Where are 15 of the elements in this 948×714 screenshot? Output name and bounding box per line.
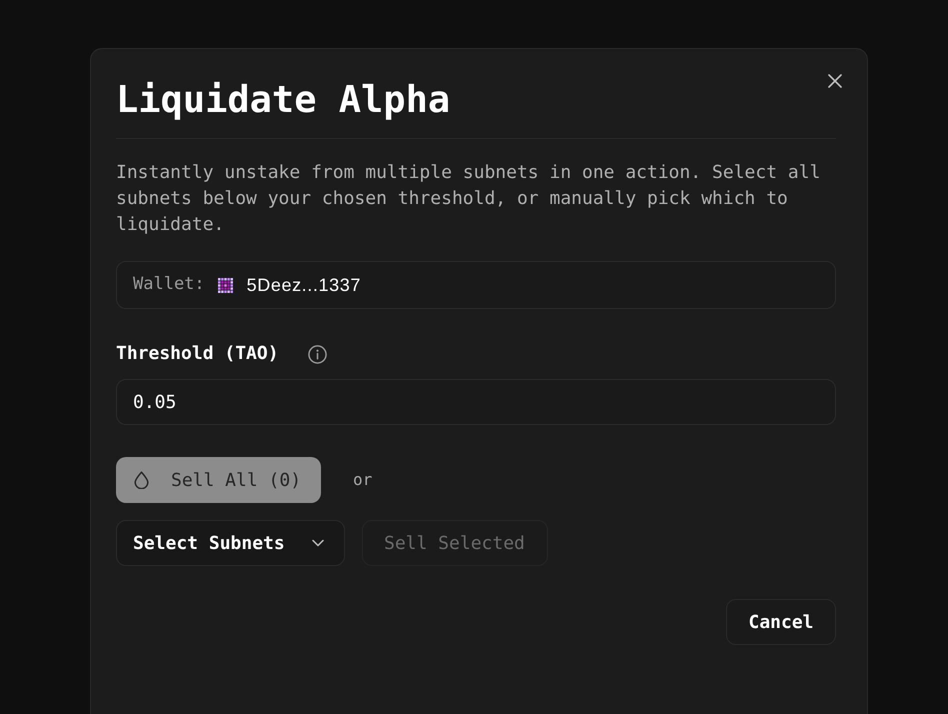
info-icon — [308, 344, 327, 364]
chevron-down-icon — [312, 539, 324, 547]
identicon-icon — [218, 278, 233, 292]
threshold-label: Threshold (TAO) — [116, 342, 279, 366]
cancel-button[interactable]: Cancel — [726, 599, 836, 645]
threshold-input[interactable]: 0.05 — [116, 379, 836, 425]
subnet-select-dropdown[interactable]: Select Subnets — [116, 520, 345, 566]
close-button[interactable] — [826, 72, 844, 90]
or-text: or — [353, 469, 372, 491]
description-text: Instantly unstake from multiple subnets in one action. Select all subnets below your chosen threshold, or manually pick which to liquidate. — [116, 161, 822, 237]
dialog-title: Liquidate Alpha — [116, 78, 452, 122]
close-icon — [828, 74, 842, 88]
wallet-address: 5Deez...1337 — [246, 274, 361, 296]
wallet-label: Wallet: — [133, 273, 205, 296]
droplet-icon — [134, 471, 149, 489]
